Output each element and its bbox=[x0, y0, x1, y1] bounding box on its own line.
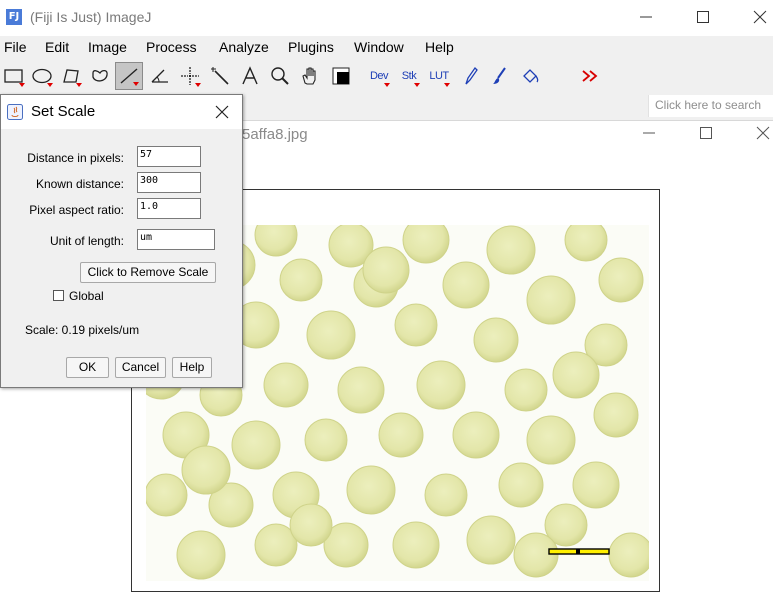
known-distance-input[interactable]: 300 bbox=[137, 172, 201, 193]
menu-help[interactable]: Help bbox=[425, 39, 454, 55]
distance-input[interactable]: 57 bbox=[137, 146, 201, 167]
image-minimize-icon[interactable] bbox=[640, 124, 660, 142]
empty-tool-slot bbox=[546, 62, 574, 90]
menu-plugins[interactable]: Plugins bbox=[288, 39, 334, 55]
minimize-icon[interactable] bbox=[636, 8, 656, 26]
unit-label: Unit of length: bbox=[49, 234, 124, 248]
toolbar: Dev Stk LUT bbox=[0, 59, 773, 93]
fiji-app-icon: FJ bbox=[6, 9, 22, 25]
stk-menu-button[interactable]: Stk bbox=[395, 62, 423, 90]
flood-fill-tool-icon[interactable] bbox=[516, 62, 544, 90]
rectangle-tool-icon[interactable] bbox=[0, 62, 28, 90]
close-icon[interactable] bbox=[750, 8, 770, 26]
pencil-tool-icon[interactable] bbox=[456, 62, 484, 90]
help-button[interactable]: Help bbox=[172, 357, 212, 378]
main-title-bar: FJ (Fiji Is Just) ImageJ bbox=[0, 0, 773, 36]
set-scale-dialog: Set Scale Distance in pixels: 57 Known d… bbox=[0, 94, 243, 388]
angle-tool-icon[interactable] bbox=[146, 62, 174, 90]
oval-tool-icon[interactable] bbox=[28, 62, 56, 90]
freehand-tool-icon[interactable] bbox=[86, 62, 114, 90]
dev-menu-button[interactable]: Dev bbox=[365, 62, 393, 90]
zoom-tool-icon[interactable] bbox=[266, 62, 294, 90]
dev-label: Dev bbox=[369, 70, 389, 82]
hand-tool-icon[interactable] bbox=[296, 62, 324, 90]
line-tool-icon[interactable] bbox=[115, 62, 143, 90]
menu-bar: File Edit Image Process Analyze Plugins … bbox=[0, 36, 773, 59]
text-tool-icon[interactable] bbox=[236, 62, 264, 90]
aspect-ratio-input[interactable]: 1.0 bbox=[137, 198, 201, 219]
image-close-icon[interactable] bbox=[754, 124, 773, 142]
menu-window[interactable]: Window bbox=[354, 39, 404, 55]
window-title: (Fiji Is Just) ImageJ bbox=[30, 9, 152, 25]
image-maximize-icon[interactable] bbox=[697, 124, 717, 142]
known-distance-label: Known distance: bbox=[35, 177, 124, 191]
remove-scale-button[interactable]: Click to Remove Scale bbox=[80, 262, 216, 283]
dialog-title: Set Scale bbox=[31, 103, 96, 120]
menu-edit[interactable]: Edit bbox=[45, 39, 69, 55]
menu-image[interactable]: Image bbox=[88, 39, 127, 55]
menu-analyze[interactable]: Analyze bbox=[219, 39, 269, 55]
point-tool-icon[interactable] bbox=[176, 62, 204, 90]
unit-input[interactable]: um bbox=[137, 229, 215, 250]
cancel-button[interactable]: Cancel bbox=[115, 357, 166, 378]
global-label: Global bbox=[69, 289, 104, 303]
distance-label: Distance in pixels: bbox=[27, 151, 124, 165]
menu-file[interactable]: File bbox=[4, 39, 27, 55]
lut-label: LUT bbox=[429, 70, 449, 82]
aspect-ratio-label: Pixel aspect ratio: bbox=[29, 203, 124, 217]
lut-menu-button[interactable]: LUT bbox=[425, 62, 453, 90]
dialog-title-bar: Set Scale bbox=[1, 95, 242, 129]
menu-process[interactable]: Process bbox=[146, 39, 197, 55]
wand-tool-icon[interactable] bbox=[206, 62, 234, 90]
dialog-close-icon[interactable] bbox=[213, 103, 231, 121]
scale-readout: Scale: 0.19 pixels/um bbox=[25, 323, 140, 337]
image-window-title: 5affa8.jpg bbox=[242, 126, 308, 143]
search-input[interactable]: Click here to search bbox=[648, 95, 773, 117]
more-tools-icon[interactable] bbox=[576, 62, 604, 90]
color-picker-tool-icon[interactable] bbox=[327, 62, 355, 90]
maximize-icon[interactable] bbox=[693, 8, 713, 26]
java-icon bbox=[7, 104, 23, 120]
paintbrush-tool-icon[interactable] bbox=[486, 62, 514, 90]
ok-button[interactable]: OK bbox=[66, 357, 109, 378]
polygon-tool-icon[interactable] bbox=[57, 62, 85, 90]
stk-label: Stk bbox=[401, 70, 417, 82]
global-checkbox[interactable] bbox=[53, 290, 64, 301]
